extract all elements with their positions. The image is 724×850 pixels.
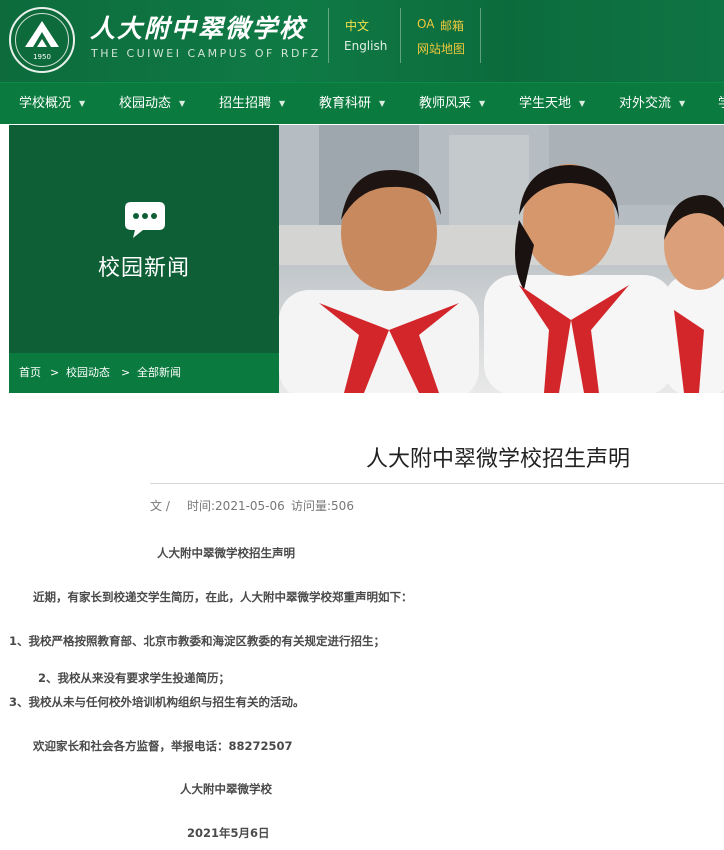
breadcrumb-campus-news[interactable]: 校园动态 [66,353,110,393]
header-divider [400,8,401,63]
breadcrumb-separator: > [50,366,60,379]
nav-item-label: 校园动态 [119,96,172,111]
article-intro: 近期，有家长到校递交学生简历，在此，人大附中翠微学校郑重声明如下： [33,590,413,604]
title-divider [150,483,724,484]
emblem-mountain-icon [25,21,59,47]
article-item-3: 3、我校从未与任何校外培训机构组织与招生有关的活动。 [9,695,305,709]
caret-down-icon: ▼ [679,99,686,108]
section-title: 校园新闻 [97,256,190,281]
header-divider [328,8,329,63]
chat-bubble-icon [125,202,165,238]
nav-item-label: 教育科研 [319,96,372,111]
article-item-2: 2、我校从来没有要求学生投递简历； [38,671,230,685]
nav-item-label: 学 [718,96,724,111]
mail-link[interactable]: 邮箱 [440,17,464,34]
caret-down-icon: ▼ [579,99,586,108]
students-photo-image [279,125,724,393]
breadcrumb-separator: > [121,366,131,379]
nav-item-exchange[interactable]: 对外交流 ▼ [619,83,685,124]
emblem-year: 1950 [33,53,51,61]
nav-item-overview[interactable]: 学校概况 ▼ [19,83,85,124]
caret-down-icon: ▼ [179,99,186,108]
article-date-signed: 2021年5月6日 [187,826,270,840]
article-heading: 人大附中翠微学校招生声明 [157,546,295,560]
nav-item-admissions[interactable]: 招生招聘 ▼ [219,83,285,124]
main-nav: 学校概况 ▼ 校园动态 ▼ 招生招聘 ▼ 教育科研 ▼ 教师风采 ▼ 学生天地 ▼ 对外交流… [0,82,724,124]
section-banner: 校园新闻 首页 > 校园动态 > 全部新闻 [9,125,279,393]
article-welcome: 欢迎家长和社会各方监督，举报电话：88272507 [33,739,293,753]
caret-down-icon: ▼ [79,99,86,108]
breadcrumb-all-news[interactable]: 全部新闻 [137,353,181,393]
caret-down-icon: ▼ [479,99,486,108]
lang-english-link[interactable]: English [344,39,387,53]
breadcrumb-home[interactable]: 首页 [19,353,41,393]
breadcrumb: 首页 > 校园动态 > 全部新闻 [9,353,279,393]
nav-item-label: 教师风采 [419,96,472,111]
lang-chinese-link[interactable]: 中文 [345,17,369,34]
nav-item-label: 招生招聘 [219,96,272,111]
nav-item-label: 学生天地 [519,96,572,111]
header-divider [480,8,481,63]
sitemap-link[interactable]: 网站地图 [417,40,465,57]
oa-link[interactable]: OA [417,17,434,31]
article-views: 访问量:506 [291,499,354,513]
article-title: 人大附中翠微学校招生声明 [366,447,631,472]
nav-item-campus-news[interactable]: 校园动态 ▼ [119,83,185,124]
article-date: 时间:2021-05-06 [187,499,285,513]
banner-photo [279,125,724,393]
nav-item-label: 对外交流 [619,96,672,111]
school-emblem-icon[interactable]: 1950 [9,7,75,73]
school-title[interactable]: 人大附中翠微学校 [90,9,306,45]
site-header: 1950 人大附中翠微学校 THE CUIWEI CAMPUS OF RDFZ … [0,0,724,82]
nav-item-teachers[interactable]: 教师风采 ▼ [419,83,485,124]
nav-item-students[interactable]: 学生天地 ▼ [519,83,585,124]
caret-down-icon: ▼ [279,99,286,108]
article-signature: 人大附中翠微学校 [180,782,272,796]
nav-item-research[interactable]: 教育科研 ▼ [319,83,385,124]
nav-item-label: 学校概况 [19,96,72,111]
nav-item-more[interactable]: 学 [718,83,724,124]
school-subtitle: THE CUIWEI CAMPUS OF RDFZ [91,47,321,60]
article-item-1: 1、我校严格按照教育部、北京市教委和海淀区教委的有关规定进行招生； [9,634,385,648]
caret-down-icon: ▼ [379,99,386,108]
article-author: 文 / [150,499,170,513]
